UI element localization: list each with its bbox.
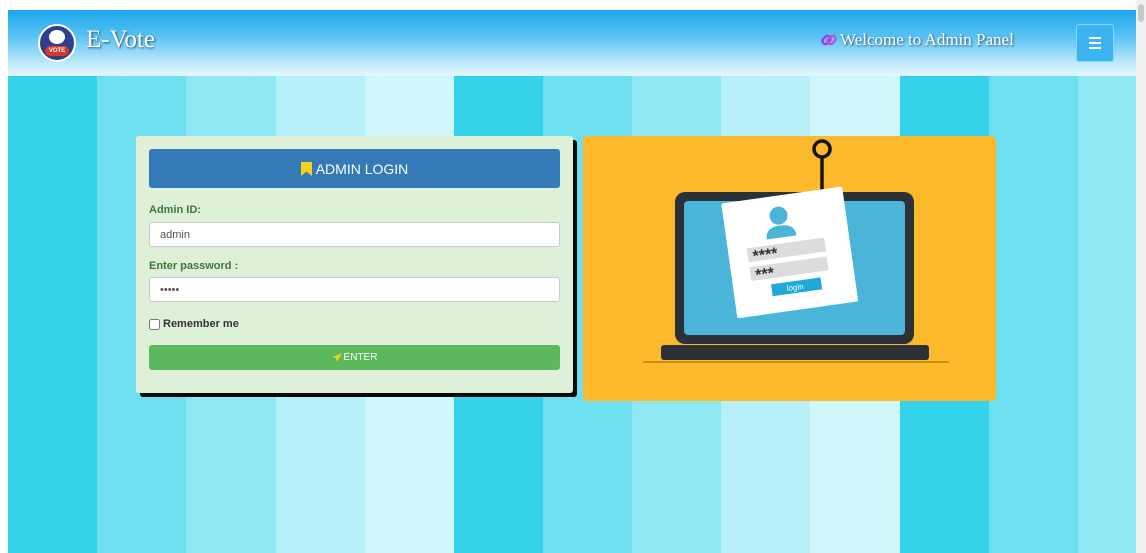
password-field-1-text: **** [752,245,780,265]
menu-toggle-button[interactable] [1076,24,1114,62]
admin-id-label: Admin ID: [149,204,201,216]
enter-button-label: ENTER [343,352,378,363]
remember-me-checkbox[interactable] [149,318,160,330]
logo-badge: VOTE [45,46,69,56]
link-icon [821,34,837,46]
navbar: VOTE E-Vote Welcome to Admin Panel [8,10,1136,76]
menu-icon-bar [1089,37,1101,39]
page-background: VOTE E-Vote Welcome to Admin Panel ADMIN… [8,10,1136,553]
bookmark-icon [300,161,312,176]
password-input[interactable] [149,277,560,302]
enter-button[interactable]: ENTER [149,345,560,370]
send-icon [331,353,342,362]
password-field-2-text: *** [755,265,777,285]
logo-icon[interactable]: VOTE [38,24,76,62]
menu-icon-bar [1089,42,1101,44]
remember-me-label: Remember me [163,318,239,330]
page-scrollbar[interactable] [1136,0,1146,553]
welcome-message: Welcome to Admin Panel [820,30,1014,50]
remember-me[interactable]: Remember me [149,318,239,330]
logo-face [49,30,65,44]
phishing-illustration: **** *** login [583,136,996,401]
password-label: Enter password : [149,260,239,272]
menu-icon-bar [1089,47,1101,49]
login-header: ADMIN LOGIN [149,149,560,188]
login-header-text: ADMIN LOGIN [315,160,409,177]
brand-title[interactable]: E-Vote [86,26,155,54]
laptop-illustration: **** *** login [643,139,949,363]
login-card: ADMIN LOGIN Admin ID: Enter password : R… [136,136,573,393]
admin-id-input[interactable] [149,222,560,247]
welcome-text: Welcome to Admin Panel [840,30,1014,49]
laptop-base [661,345,929,360]
scrollbar-thumb[interactable] [1138,4,1144,22]
